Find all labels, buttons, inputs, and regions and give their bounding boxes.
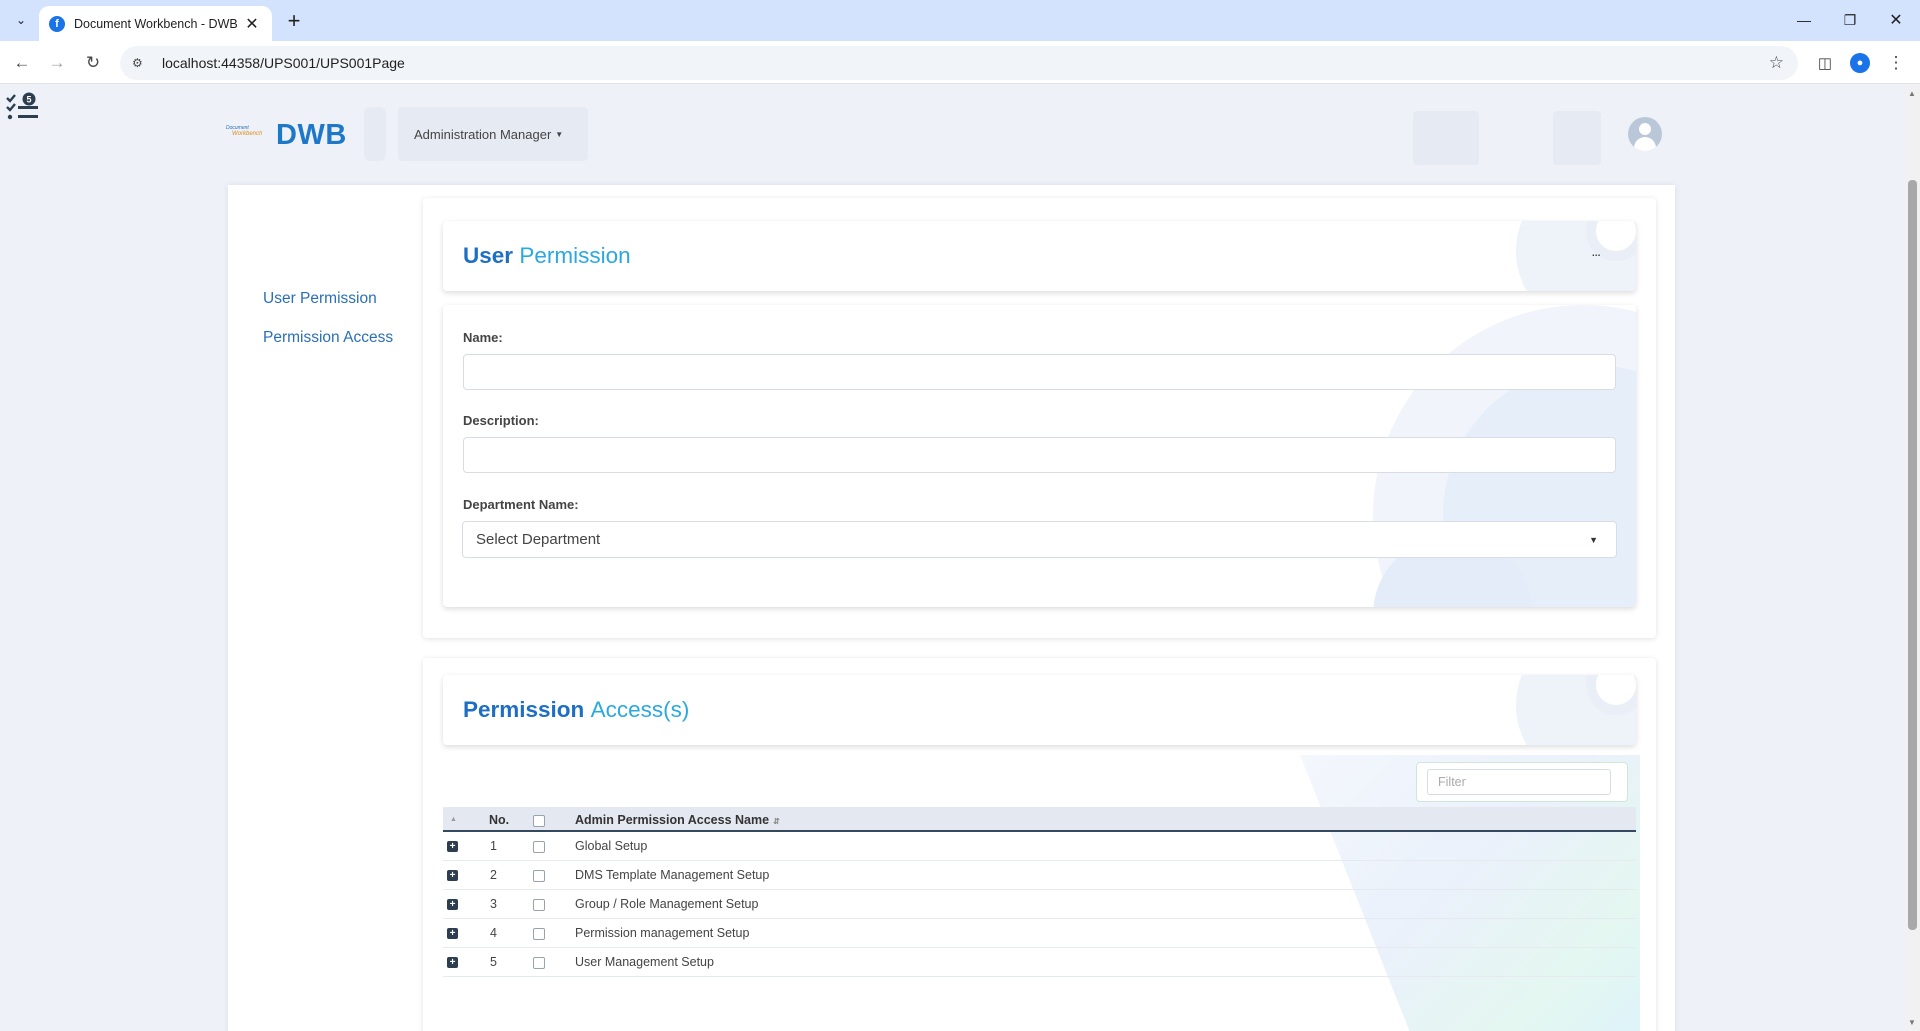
site-info-icon[interactable]: ⚙: [132, 56, 152, 70]
role-dropdown[interactable]: Administration Manager ▼: [398, 107, 588, 161]
expand-row-icon[interactable]: +: [447, 841, 458, 852]
expand-row-icon[interactable]: +: [447, 899, 458, 910]
row-number: 5: [490, 955, 497, 969]
browser-tab[interactable]: f Document Workbench - DWB ✕: [39, 6, 272, 41]
more-options-icon[interactable]: ...: [1591, 243, 1601, 259]
description-input[interactable]: [463, 437, 1616, 473]
browser-toolbar: ← → ↻ ⚙ localhost:44358/UPS001/UPS001Pag…: [0, 41, 1920, 84]
app-header: Document Workbench DWB Administration Ma…: [0, 85, 1905, 185]
row-access-name: Group / Role Management Setup: [575, 897, 759, 911]
role-dropdown-label: Administration Manager: [414, 126, 552, 142]
permission-access-grid: ▲ No. Admin Permission Access Name ⇵ +1 Gl…: [443, 807, 1636, 977]
checklist-icon: 5: [6, 92, 38, 120]
expand-row-icon[interactable]: +: [447, 870, 458, 881]
tasks-badge: 5: [26, 95, 31, 105]
tab-close-icon[interactable]: ✕: [242, 14, 262, 34]
row-access-name: Global Setup: [575, 839, 648, 853]
table-row[interactable]: +2 DMS Template Management Setup: [443, 861, 1636, 890]
scroll-down-icon[interactable]: ▼: [1908, 1018, 1916, 1027]
side-panel-icon[interactable]: ◫: [1812, 50, 1838, 76]
window-restore-icon[interactable]: ❐: [1827, 6, 1873, 34]
row-checkbox[interactable]: [533, 957, 545, 969]
caret-down-icon: ▼: [555, 129, 564, 139]
user-permission-form: Name: Description: Department Name: Sele…: [443, 305, 1636, 607]
scroll-thumb[interactable]: [1908, 180, 1917, 930]
new-tab-icon[interactable]: +: [281, 8, 307, 34]
browser-tabstrip: ⌄ f Document Workbench - DWB ✕ + — ❐ ✕: [0, 0, 1920, 41]
avatar[interactable]: [1628, 117, 1662, 151]
row-checkbox[interactable]: [533, 928, 545, 940]
section-title-part1: Permission: [463, 697, 585, 722]
expand-row-icon[interactable]: +: [447, 928, 458, 939]
filter-input[interactable]: [1427, 769, 1611, 795]
url-text[interactable]: localhost:44358/UPS001/UPS001Page: [162, 55, 405, 71]
grid-body: +1 Global Setup +2 DMS Template Management …: [443, 832, 1636, 977]
header-divider: [364, 107, 386, 161]
forward-icon[interactable]: →: [43, 49, 71, 77]
section-title: Permission Access(s): [463, 697, 689, 723]
sidebar-item-permission-access[interactable]: Permission Access: [263, 329, 393, 347]
row-number: 1: [490, 839, 497, 853]
select-all-checkbox[interactable]: [533, 815, 545, 827]
user-permission-title-card: User Permission ...: [443, 221, 1636, 291]
page-viewport: Document Workbench DWB Administration Ma…: [0, 85, 1905, 1031]
row-access-name: User Management Setup: [575, 955, 714, 969]
expand-all-icon[interactable]: ▲: [450, 816, 457, 823]
column-header-name-label: Admin Permission Access Name: [575, 813, 770, 827]
browser-menu-icon[interactable]: ⋮: [1883, 50, 1909, 76]
section-title: User Permission: [463, 243, 631, 269]
sidebar-item-user-permission[interactable]: User Permission: [263, 290, 393, 308]
permission-access-title-card: Permission Access(s): [443, 675, 1636, 745]
name-input[interactable]: [463, 354, 1616, 390]
row-number: 3: [490, 897, 497, 911]
row-number: 4: [490, 926, 497, 940]
favicon-icon: f: [49, 15, 65, 32]
back-icon[interactable]: ←: [8, 49, 36, 77]
side-nav: User Permission Permission Access: [263, 290, 393, 368]
table-row[interactable]: +1 Global Setup: [443, 832, 1636, 861]
tab-search-icon[interactable]: ⌄: [10, 9, 32, 31]
caret-down-icon: ▼: [1589, 534, 1598, 545]
table-row[interactable]: +5 User Management Setup: [443, 948, 1636, 977]
expand-row-icon[interactable]: +: [447, 957, 458, 968]
row-number: 2: [490, 868, 497, 882]
row-checkbox[interactable]: [533, 841, 545, 853]
row-access-name: DMS Template Management Setup: [575, 868, 770, 882]
department-select-value: Select Department: [476, 531, 601, 548]
tab-title: Document Workbench - DWB: [74, 16, 238, 31]
profile-icon[interactable]: ●: [1847, 50, 1873, 76]
description-label: Description:: [463, 413, 539, 428]
header-placeholder-button-2[interactable]: [1553, 111, 1601, 165]
row-checkbox[interactable]: [533, 870, 545, 882]
name-label: Name:: [463, 330, 503, 345]
section-title-part2: Access(s): [590, 697, 690, 722]
bookmark-star-icon[interactable]: ☆: [1769, 53, 1784, 73]
filter-box: [1416, 762, 1628, 802]
table-row[interactable]: +4 Permission management Setup: [443, 919, 1636, 948]
column-header-name[interactable]: Admin Permission Access Name ⇵: [575, 813, 780, 827]
department-select[interactable]: Select Department ▼: [462, 521, 1617, 558]
grid-header: ▲ No. Admin Permission Access Name ⇵: [443, 807, 1636, 832]
department-label: Department Name:: [463, 497, 579, 512]
page-scrollbar[interactable]: ▲ ▼: [1905, 85, 1920, 1031]
row-checkbox[interactable]: [533, 899, 545, 911]
column-header-no[interactable]: No.: [489, 813, 509, 827]
section-title-part1: User: [463, 243, 514, 268]
window-minimize-icon[interactable]: —: [1781, 6, 1827, 34]
logo-mark[interactable]: Document Workbench: [226, 125, 268, 149]
reload-icon[interactable]: ↻: [79, 49, 107, 77]
logo-small-bottom: Workbench: [232, 131, 263, 137]
window-close-icon[interactable]: ✕: [1873, 6, 1919, 34]
row-access-name: Permission management Setup: [575, 926, 750, 940]
logo-text[interactable]: DWB: [276, 119, 347, 152]
sort-icon[interactable]: ⇵: [773, 817, 780, 826]
table-row[interactable]: +3 Group / Role Management Setup: [443, 890, 1636, 919]
address-bar[interactable]: ⚙ localhost:44358/UPS001/UPS001Page ☆: [120, 46, 1798, 80]
tasks-button[interactable]: 5: [0, 85, 46, 131]
section-title-part2: Permission: [519, 243, 631, 268]
header-placeholder-button[interactable]: [1413, 111, 1479, 165]
scroll-up-icon[interactable]: ▲: [1908, 89, 1916, 98]
